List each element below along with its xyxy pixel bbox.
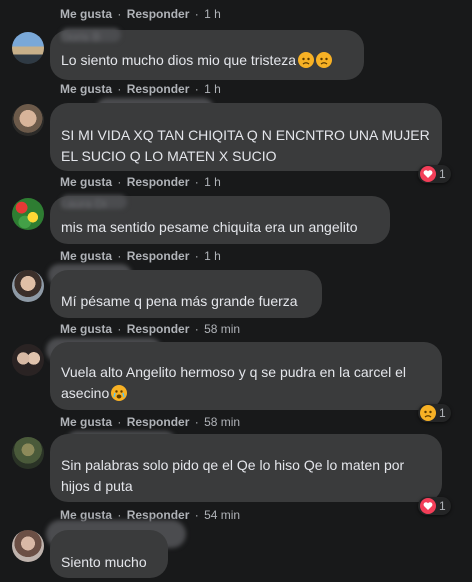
reaction-count: 1 [439, 167, 446, 181]
crying-emoji-icon [111, 385, 128, 407]
comment-bubble: Sin palabras solo pido qe el Qe lo hiso … [50, 434, 442, 502]
comment-meta: Me gusta · Responder · 1 h [60, 175, 221, 189]
avatar[interactable] [12, 270, 44, 302]
avatar[interactable] [12, 198, 44, 230]
like-button[interactable]: Me gusta [60, 249, 112, 263]
comment-bubble: Laura Di mis ma sentido pesame chiquita … [50, 195, 390, 244]
comment-bubble: Siento mucho [50, 530, 168, 578]
reaction-count: 1 [439, 406, 446, 420]
reply-button[interactable]: Responder [127, 82, 190, 96]
comment-text: SI MI VIDA XQ TAN CHIQITA Q N ENCNTRO UN… [61, 127, 430, 164]
heart-icon [420, 166, 436, 182]
sad-emoji-icon [298, 52, 315, 74]
comment-time: 1 h [204, 82, 221, 96]
like-button[interactable]: Me gusta [60, 322, 112, 336]
author-name[interactable]: Laura Di [61, 195, 127, 211]
reply-button[interactable]: Responder [127, 249, 190, 263]
like-button[interactable]: Me gusta [60, 175, 112, 189]
reply-button[interactable]: Responder [127, 175, 190, 189]
comment-bubble: Mí pésame q pena más grande fuerza [50, 270, 322, 318]
comment-meta: Me gusta · Responder · 58 min [60, 322, 241, 336]
comment-meta-top: Me gusta · Responder · 1 h [60, 7, 221, 21]
reaction-badge[interactable]: 1 [418, 497, 451, 515]
reaction-badge[interactable]: 1 [418, 404, 451, 422]
comment-text: Lo siento mucho dios mio que tristeza [61, 50, 352, 74]
author-name[interactable]: Doris B [61, 28, 121, 44]
comment-meta: Me gusta · Responder · 1 h [60, 82, 221, 96]
comment-time: 1 h [204, 249, 221, 263]
comment-bubble: Doris B Lo siento mucho dios mio que tri… [50, 28, 364, 80]
comment-text: mis ma sentido pesame chiquita era un an… [61, 219, 358, 235]
comment-bubble: SI MI VIDA XQ TAN CHIQITA Q N ENCNTRO UN… [50, 103, 442, 171]
comment-bubble: Vuela alto Angelito hermoso y q se pudra… [50, 342, 442, 410]
reply-button[interactable]: Responder [127, 7, 190, 21]
comment-text: Siento mucho [61, 554, 147, 570]
avatar[interactable] [12, 104, 44, 136]
comment-meta: Me gusta · Responder · 58 min [60, 415, 241, 429]
comment-meta: Me gusta · Responder · 1 h [60, 249, 221, 263]
comment-text: Mí pésame q pena más grande fuerza [61, 293, 298, 309]
avatar[interactable] [12, 32, 44, 64]
reply-button[interactable]: Responder [127, 322, 190, 336]
comment-text: Sin palabras solo pido qe el Qe lo hiso … [61, 457, 405, 494]
avatar[interactable] [12, 344, 44, 376]
like-button[interactable]: Me gusta [60, 82, 112, 96]
like-button[interactable]: Me gusta [60, 415, 112, 429]
reaction-count: 1 [439, 499, 446, 513]
reaction-badge[interactable]: 1 [418, 165, 451, 183]
avatar[interactable] [12, 530, 44, 562]
comment-time: 54 min [204, 508, 241, 522]
comment-time: 58 min [204, 415, 241, 429]
comment-time: 58 min [204, 322, 241, 336]
sad-icon [420, 405, 436, 421]
comment-time: 1 h [204, 175, 221, 189]
reply-button[interactable]: Responder [127, 415, 190, 429]
comment-time: 1 h [204, 7, 221, 21]
comment-text: Vuela alto Angelito hermoso y q se pudra… [61, 362, 430, 407]
heart-icon [420, 498, 436, 514]
avatar[interactable] [12, 437, 44, 469]
sad-emoji-icon [316, 52, 333, 74]
like-button[interactable]: Me gusta [60, 7, 112, 21]
